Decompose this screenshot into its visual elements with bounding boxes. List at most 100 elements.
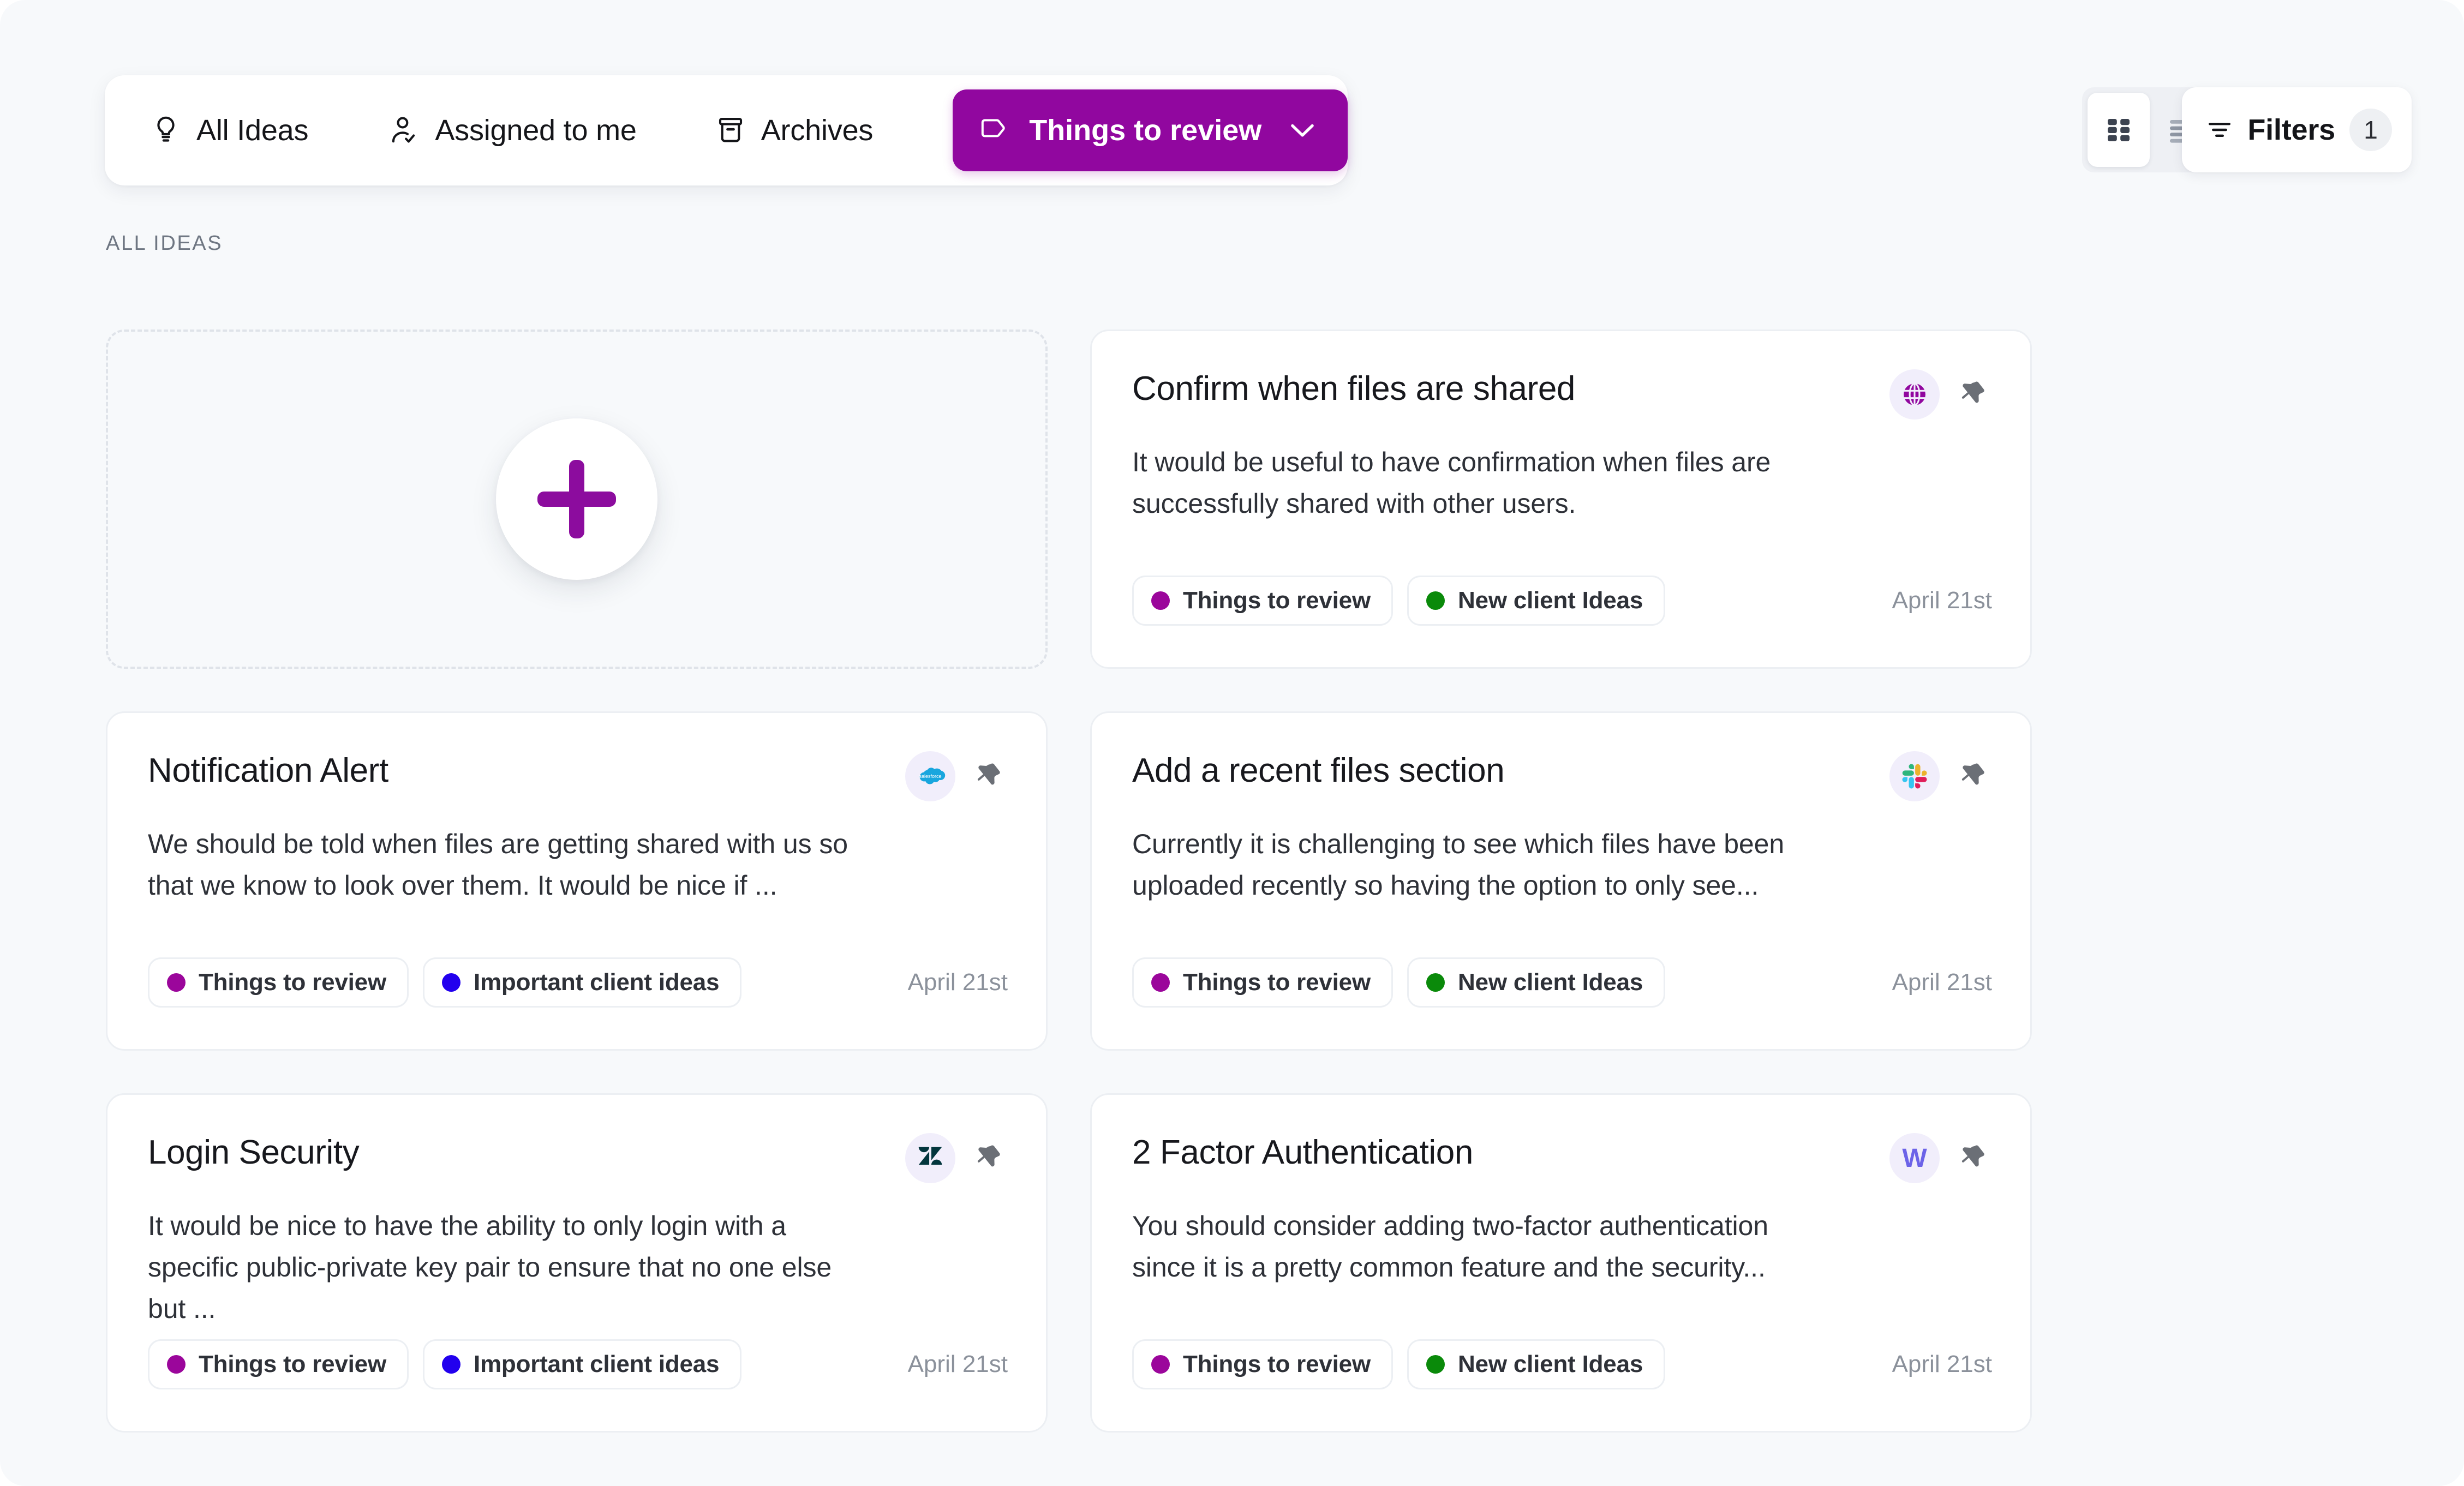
card-footer: Things to review New client Ideas April … [1132,957,1992,1008]
tag-color-dot [167,1355,186,1374]
tag-color-dot [442,973,460,992]
pin-icon[interactable] [967,1138,1008,1178]
tag-label: New client Ideas [1458,1351,1643,1378]
card-title: Notification Alert [148,749,388,789]
pin-icon[interactable] [1952,756,1992,796]
zendesk-icon [905,1133,955,1183]
tag-chip[interactable]: Things to review [148,957,409,1008]
card-footer: Things to review New client Ideas April … [1132,1339,1992,1389]
tag-color-dot [1151,1355,1170,1374]
idea-card[interactable]: Login Security [106,1093,1048,1433]
card-header: Notification Alert salesforce [148,749,1008,801]
pin-icon[interactable] [1952,374,1992,415]
idea-card[interactable]: 2 Factor Authentication W You should con… [1090,1093,2032,1433]
tag-chip[interactable]: Things to review [1132,1339,1393,1389]
archive-box-icon [716,116,745,145]
lightbulb-icon [152,115,180,146]
tag-color-dot [1151,591,1170,610]
filters-count-badge: 1 [2349,109,2392,151]
card-icon-group [1889,749,1992,801]
tag-label: Important client ideas [474,1351,719,1378]
tag-chip[interactable]: Important client ideas [423,957,741,1008]
tag-label: Things to review [199,1351,386,1378]
add-idea-circle[interactable] [496,418,657,580]
card-date: April 21st [1892,969,1992,996]
tag-label: New client Ideas [1458,969,1643,996]
card-tags: Things to review New client Ideas [1132,957,1665,1008]
card-footer: Things to review Important client ideas … [148,1339,1008,1389]
idea-card[interactable]: Notification Alert salesforce [106,711,1048,1051]
card-title: Add a recent files section [1132,749,1504,789]
ideas-grid: Confirm when files are shared [106,329,2032,1433]
tag-chip[interactable]: Things to review [148,1339,409,1389]
app-root: All Ideas Assigned to me [0,0,2464,1486]
globe-icon [1889,369,1940,420]
card-footer: Things to review New client Ideas April … [1132,576,1992,626]
tag-color-dot [167,973,186,992]
plus-icon [537,460,616,538]
nav-pill: All Ideas Assigned to me [105,75,1348,185]
tag-chip[interactable]: Things to review [1132,576,1393,626]
card-icon-group: W [1889,1131,1992,1183]
tag-label: Important client ideas [474,969,719,996]
card-header: Login Security [148,1131,1008,1183]
tag-chip[interactable]: New client Ideas [1407,576,1665,626]
tag-label: Things to review [1183,587,1371,614]
card-title: Login Security [148,1131,359,1171]
card-date: April 21st [1892,1351,1992,1378]
pin-icon[interactable] [967,756,1008,796]
tag-label: Things to review [1183,1351,1371,1378]
filters-label: Filters [2247,113,2335,147]
card-date: April 21st [1892,587,1992,614]
tag-label: Things to review [1183,969,1371,996]
card-header: Add a recent files section [1132,749,1992,801]
card-icon-group [1889,367,1992,420]
avatar: W [1889,1133,1940,1183]
card-body: It would be useful to have confirmation … [1132,441,1836,524]
card-body: It would be nice to have the ability to … [148,1205,852,1329]
card-icon-group [905,1131,1008,1183]
user-check-icon [388,115,418,146]
filters-button[interactable]: Filters 1 [2182,87,2412,172]
tag-color-dot [1426,1355,1445,1374]
tag-chip[interactable]: Important client ideas [423,1339,741,1389]
grid-view-button[interactable] [2088,93,2150,167]
tag-color-dot [442,1355,460,1374]
tag-chip[interactable]: Things to review [1132,957,1393,1008]
card-body: We should be told when files are getting… [148,823,852,906]
nav-item-things-to-review[interactable]: Things to review [953,89,1348,171]
nav-item-label: Assigned to me [435,113,636,147]
card-icon-group: salesforce [905,749,1008,801]
chevron-down-icon[interactable] [1290,122,1315,139]
pin-icon[interactable] [1952,1138,1992,1178]
card-date: April 21st [908,969,1008,996]
tag-color-dot [1426,973,1445,992]
add-idea-card[interactable] [106,329,1048,669]
salesforce-icon: salesforce [905,751,955,801]
tag-chip[interactable]: New client Ideas [1407,957,1665,1008]
section-label: ALL IDEAS [106,232,223,255]
grid-view-icon [2102,112,2135,148]
card-tags: Things to review New client Ideas [1132,576,1665,626]
idea-card[interactable]: Confirm when files are shared [1090,329,2032,669]
tag-chip[interactable]: New client Ideas [1407,1339,1665,1389]
top-bar: All Ideas Assigned to me [0,0,2464,196]
card-header: Confirm when files are shared [1132,367,1992,420]
card-body: Currently it is challenging to see which… [1132,823,1836,906]
card-title: 2 Factor Authentication [1132,1131,1473,1171]
nav-item-assigned-to-me[interactable]: Assigned to me [388,113,636,147]
tag-label: New client Ideas [1458,587,1643,614]
nav-item-all-ideas[interactable]: All Ideas [152,113,308,147]
tag-color-dot [1426,591,1445,610]
card-footer: Things to review Important client ideas … [148,957,1008,1008]
svg-text:salesforce: salesforce [919,774,941,779]
card-tags: Things to review Important client ideas [148,1339,741,1389]
card-body: You should consider adding two-factor au… [1132,1205,1836,1288]
idea-card[interactable]: Add a recent files section [1090,711,2032,1051]
tag-color-dot [1151,973,1170,992]
card-title: Confirm when files are shared [1132,367,1575,408]
card-date: April 21st [908,1351,1008,1378]
nav-item-label: All Ideas [196,113,308,147]
tag-label: Things to review [199,969,386,996]
nav-item-archives[interactable]: Archives [716,113,873,147]
